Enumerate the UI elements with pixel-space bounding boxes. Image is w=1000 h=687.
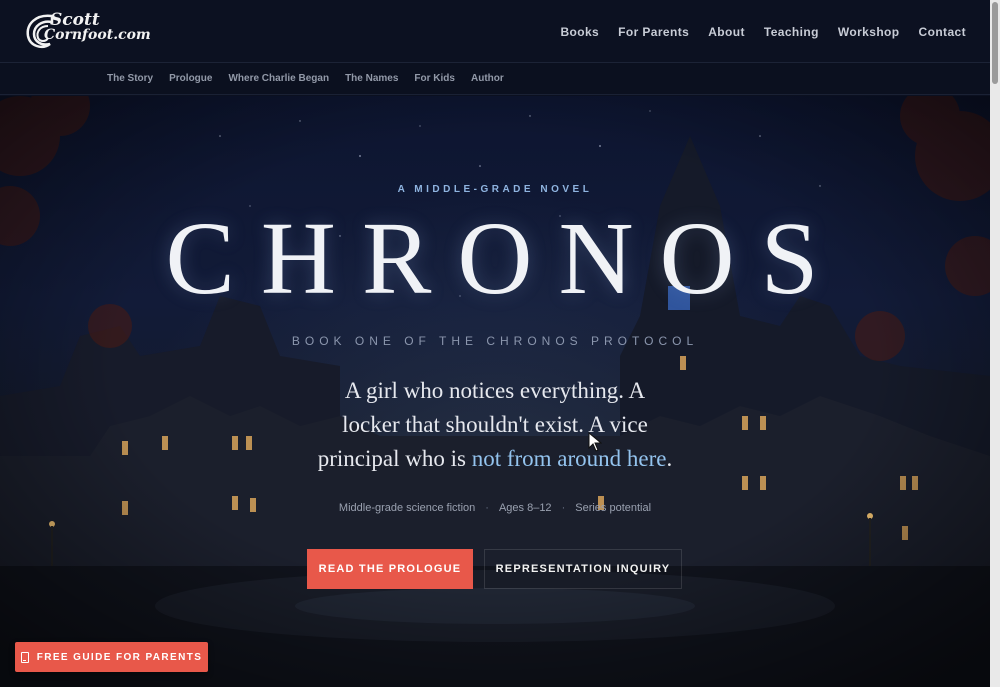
hero-section: A MIDDLE-GRADE NOVEL CHRONOS BOOK ONE OF…	[0, 96, 990, 687]
meta-separator: ·	[561, 502, 566, 514]
nav-about[interactable]: About	[708, 25, 745, 39]
subnav-author[interactable]: Author	[471, 73, 504, 84]
mouse-cursor-icon	[588, 432, 602, 452]
site-header: Scott Cornfoot.com Books For Parents Abo…	[0, 0, 990, 63]
subnav-the-names[interactable]: The Names	[345, 73, 398, 84]
meta-genre: Middle-grade science fiction	[338, 502, 476, 514]
read-prologue-button[interactable]: READ THE PROLOGUE	[307, 549, 473, 589]
nav-workshop[interactable]: Workshop	[838, 25, 900, 39]
sub-nav: The Story Prologue Where Charlie Began T…	[0, 63, 990, 95]
meta-separator: ·	[485, 502, 489, 514]
nav-books[interactable]: Books	[560, 25, 599, 39]
tablet-icon	[20, 651, 29, 663]
nav-teaching[interactable]: Teaching	[764, 25, 819, 39]
tagline-highlight: not from around here	[471, 446, 667, 471]
meta-series: Series potential	[575, 502, 652, 514]
book-meta: Middle-grade science fiction · Ages 8–12…	[0, 502, 990, 514]
subnav-for-kids[interactable]: For Kids	[414, 73, 455, 84]
subnav-where-charlie-began[interactable]: Where Charlie Began	[228, 73, 329, 84]
main-nav: Books For Parents About Teaching Worksho…	[560, 0, 966, 63]
hero-content: A MIDDLE-GRADE NOVEL CHRONOS BOOK ONE OF…	[0, 96, 990, 687]
nav-contact[interactable]: Contact	[919, 25, 966, 39]
scrollbar-thumb[interactable]	[992, 2, 998, 84]
series-subtitle: BOOK ONE OF THE CHRONOS PROTOCOL	[291, 334, 699, 348]
representation-inquiry-button[interactable]: REPRESENTATION INQUIRY	[484, 549, 682, 589]
page-scrollbar[interactable]	[990, 0, 1000, 687]
site-logo[interactable]: Scott Cornfoot.com	[22, 10, 151, 54]
logo-line2: Cornfoot.com	[44, 27, 151, 43]
subnav-prologue[interactable]: Prologue	[169, 73, 212, 84]
logo-line1: Scott	[50, 10, 100, 30]
nav-for-parents[interactable]: For Parents	[618, 25, 689, 39]
free-guide-label: FREE GUIDE FOR PARENTS	[36, 651, 203, 663]
hero-tagline: A girl who notices everything. A locker …	[315, 374, 675, 476]
meta-ages: Ages 8–12	[498, 502, 552, 514]
subnav-the-story[interactable]: The Story	[107, 73, 153, 84]
book-title: CHRONOS	[165, 201, 845, 316]
free-guide-button[interactable]: FREE GUIDE FOR PARENTS	[15, 642, 208, 672]
hero-eyebrow: A MIDDLE-GRADE NOVEL	[397, 184, 593, 195]
tagline-end: .	[666, 446, 673, 471]
